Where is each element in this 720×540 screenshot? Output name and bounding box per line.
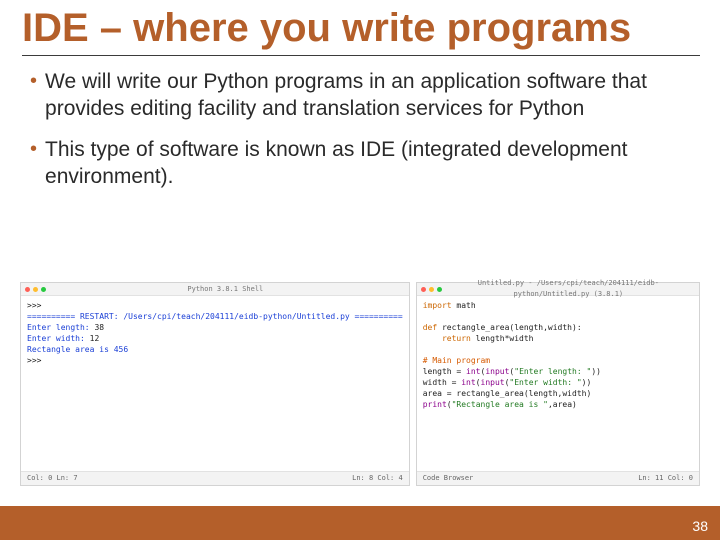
screenshots-row: Python 3.8.1 Shell >>> ========== RESTAR… <box>20 282 700 486</box>
shell-restart-line: ========== RESTART: /Users/cpi/teach/204… <box>27 311 403 322</box>
shell-prompt: >>> <box>27 355 403 366</box>
shell-statusbar: Col: 0 Ln: 7 Ln: 8 Col: 4 <box>21 471 409 485</box>
bullet-item: • We will write our Python programs in a… <box>30 68 692 122</box>
shell-prompt: >>> <box>27 300 403 311</box>
status-left: Col: 0 Ln: 7 <box>27 473 78 484</box>
minimize-icon <box>33 287 38 292</box>
traffic-lights <box>25 287 46 292</box>
slide-title: IDE – where you write programs <box>0 0 720 53</box>
page-number: 38 <box>692 518 708 534</box>
status-left: Code Browser <box>423 473 474 484</box>
editor-statusbar: Code Browser Ln: 11 Col: 0 <box>417 471 699 485</box>
python-shell-window: Python 3.8.1 Shell >>> ========== RESTAR… <box>20 282 410 486</box>
bullet-dot-icon: • <box>30 136 37 190</box>
bullet-item: • This type of software is known as IDE … <box>30 136 692 190</box>
status-right: Ln: 11 Col: 0 <box>638 473 693 484</box>
close-icon <box>25 287 30 292</box>
shell-line: Enter length: 38 <box>27 322 403 333</box>
traffic-lights <box>421 287 442 292</box>
shell-titlebar: Python 3.8.1 Shell <box>21 283 409 296</box>
bullet-list: • We will write our Python programs in a… <box>0 64 720 190</box>
shell-line: Rectangle area is 456 <box>27 344 403 355</box>
editor-titlebar: Untitled.py - /Users/cpi/teach/204111/ei… <box>417 283 699 296</box>
title-divider <box>22 55 700 56</box>
bullet-text: This type of software is known as IDE (i… <box>45 136 692 190</box>
bullet-text: We will write our Python programs in an … <box>45 68 692 122</box>
footer-bar: 38 <box>0 506 720 540</box>
editor-title: Untitled.py - /Users/cpi/teach/204111/ei… <box>442 278 695 300</box>
shell-line: Enter width: 12 <box>27 333 403 344</box>
close-icon <box>421 287 426 292</box>
bullet-dot-icon: • <box>30 68 37 122</box>
shell-title: Python 3.8.1 Shell <box>46 284 405 295</box>
shell-output: >>> ========== RESTART: /Users/cpi/teach… <box>21 296 409 370</box>
editor-code: import math def rectangle_area(length,wi… <box>417 296 699 414</box>
minimize-icon <box>429 287 434 292</box>
status-right: Ln: 8 Col: 4 <box>352 473 403 484</box>
python-editor-window: Untitled.py - /Users/cpi/teach/204111/ei… <box>416 282 700 486</box>
